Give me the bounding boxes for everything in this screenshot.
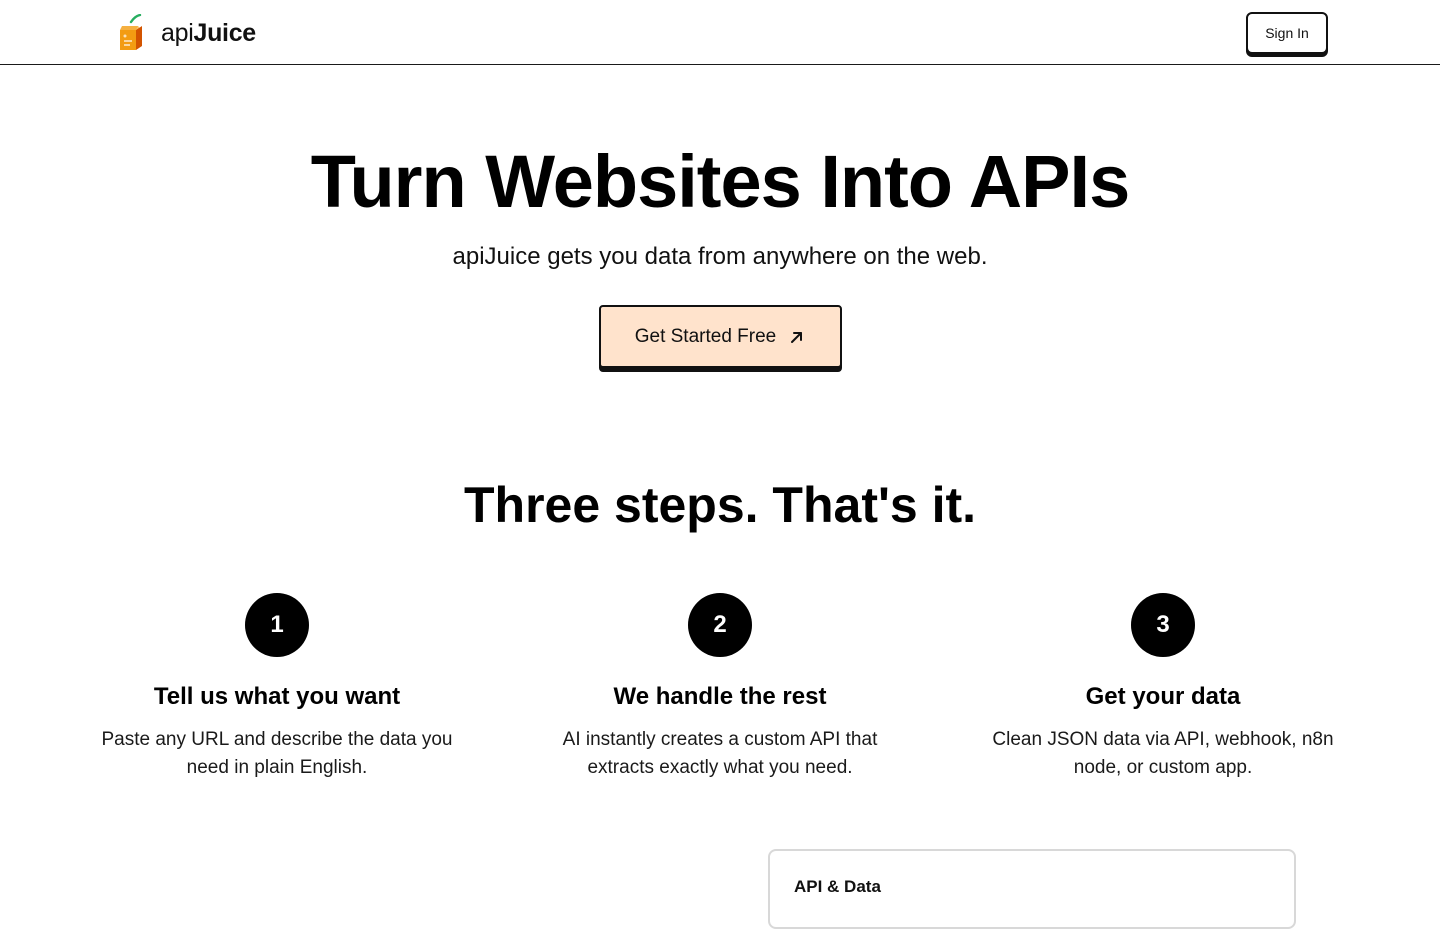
- steps-section-title: Three steps. That's it.: [463, 477, 976, 533]
- step-number-badge: 3: [1131, 593, 1195, 657]
- step-number-badge: 2: [688, 593, 752, 657]
- arrow-up-right-icon: [791, 331, 803, 343]
- brand-name-light: api: [161, 19, 194, 47]
- juice-box-icon: [120, 14, 142, 50]
- step-item: 2 We handle the rest AI instantly create…: [520, 593, 920, 782]
- step-description: AI instantly creates a custom API that e…: [562, 729, 878, 778]
- api-data-card: API & Data: [768, 849, 1296, 929]
- card-title: API & Data: [794, 877, 881, 896]
- get-started-button[interactable]: Get Started Free: [599, 305, 842, 368]
- hero-title: Turn Websites Into APIs: [310, 140, 1131, 223]
- step-heading: We handle the rest: [613, 683, 827, 710]
- step-item: 3 Get your data Clean JSON data via API,…: [963, 593, 1363, 782]
- hero-subtitle: apiJuice gets you data from anywhere on …: [452, 243, 988, 270]
- brand-name: apiJuice: [161, 14, 256, 52]
- step-description: Paste any URL and describe the data you …: [101, 729, 453, 778]
- step-number-badge: 1: [245, 593, 309, 657]
- step-heading: Tell us what you want: [153, 683, 401, 710]
- sign-in-button[interactable]: Sign In: [1246, 12, 1328, 54]
- top-nav: apiJuice Sign In: [0, 0, 1440, 65]
- step-description: Clean JSON data via API, webhook, n8n no…: [992, 729, 1334, 778]
- get-started-label: Get Started Free: [634, 325, 777, 347]
- brand-name-bold: Juice: [193, 19, 256, 47]
- step-item: 1 Tell us what you want Paste any URL an…: [77, 593, 477, 782]
- step-heading: Get your data: [1085, 683, 1241, 710]
- brand-home-link[interactable]: apiJuice: [116, 14, 256, 52]
